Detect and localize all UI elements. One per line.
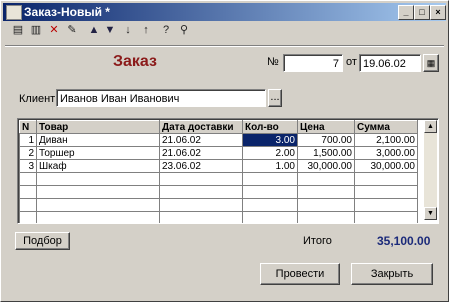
cell-n: 3	[19, 159, 37, 173]
cell-sum[interactable]: 3,000.00	[354, 146, 418, 160]
number-field[interactable]: 7	[283, 54, 343, 72]
table-row[interactable]: 2 Торшер 21.06.02 2.00 1,500.00 3,000.00	[19, 146, 418, 160]
col-product[interactable]: Товар	[36, 120, 160, 134]
maximize-button[interactable]: □	[414, 5, 430, 20]
sort-desc-icon[interactable]: ↑	[139, 23, 153, 37]
client-select-button[interactable]: ...	[268, 89, 282, 107]
col-n[interactable]: N	[19, 120, 37, 134]
scroll-up-icon[interactable]: ▲	[424, 120, 437, 133]
table-row[interactable]: 3 Шкаф 23.06.02 1.00 30,000.00 30,000.00	[19, 159, 418, 173]
empty-row[interactable]	[19, 185, 418, 199]
app-icon	[6, 5, 22, 20]
toolbar-separator	[5, 45, 444, 47]
cell-price[interactable]: 30,000.00	[297, 159, 355, 173]
col-qty[interactable]: Кол-во	[242, 120, 298, 134]
cell-sum[interactable]: 30,000.00	[354, 159, 418, 173]
scroll-down-icon[interactable]: ▼	[424, 207, 437, 220]
cell-delivery-date[interactable]: 21.06.02	[159, 133, 243, 147]
col-sum[interactable]: Сумма	[354, 120, 418, 134]
table-row[interactable]: 1 Диван 21.06.02 3.00 700.00 2,100.00	[19, 133, 418, 147]
move-down-icon[interactable]: ▼	[103, 23, 117, 37]
cell-qty[interactable]: 1.00	[242, 159, 298, 173]
edit-doc-icon[interactable]: ✎	[65, 23, 79, 37]
table-header-row: N Товар Дата доставки Кол-во Цена Сумма	[19, 120, 418, 134]
empty-row[interactable]	[19, 211, 418, 223]
page-title: Заказ	[113, 53, 157, 70]
date-field[interactable]: 19.06.02	[359, 54, 421, 72]
copy-doc-icon[interactable]: ▥	[29, 23, 43, 37]
cell-n: 2	[19, 146, 37, 160]
cell-price[interactable]: 1,500.00	[297, 146, 355, 160]
cell-product[interactable]: Шкаф	[36, 159, 160, 173]
order-window: Заказ-Новый * _ □ × ▤ ▥ ✕ ✎ ▲ ▼ ↓ ↑ ? ⚲ …	[0, 0, 449, 302]
new-doc-icon[interactable]: ▤	[11, 23, 25, 37]
client-field[interactable]: Иванов Иван Иванович	[56, 89, 266, 107]
filter-icon[interactable]: ⚲	[177, 23, 191, 37]
number-label: №	[267, 56, 279, 68]
client-label: Клиент:	[19, 93, 59, 105]
col-delivery-date[interactable]: Дата доставки	[159, 120, 243, 134]
pick-button[interactable]: Подбор	[15, 232, 70, 250]
cell-product[interactable]: Торшер	[36, 146, 160, 160]
help-icon[interactable]: ?	[159, 23, 173, 37]
close-button[interactable]: ×	[430, 5, 446, 20]
cell-product[interactable]: Диван	[36, 133, 160, 147]
cell-qty[interactable]: 2.00	[242, 146, 298, 160]
total-label: Итого	[303, 235, 332, 247]
table-scrollbar[interactable]: ▲ ▼	[424, 120, 437, 220]
move-up-icon[interactable]: ▲	[87, 23, 101, 37]
window-title: Заказ-Новый *	[24, 5, 110, 19]
cell-qty[interactable]: 3.00	[242, 133, 298, 147]
empty-row[interactable]	[19, 172, 418, 186]
close-form-button[interactable]: Закрыть	[351, 263, 433, 285]
cell-delivery-date[interactable]: 21.06.02	[159, 146, 243, 160]
cell-delivery-date[interactable]: 23.06.02	[159, 159, 243, 173]
cell-n: 1	[19, 133, 37, 147]
total-value: 35,100.00	[377, 234, 431, 248]
calendar-icon[interactable]: ▦	[423, 54, 439, 72]
post-button[interactable]: Провести	[260, 263, 340, 285]
empty-row[interactable]	[19, 198, 418, 212]
cell-price[interactable]: 700.00	[297, 133, 355, 147]
title-bar: Заказ-Новый * _ □ ×	[3, 3, 446, 21]
col-price[interactable]: Цена	[297, 120, 355, 134]
minimize-button[interactable]: _	[398, 5, 414, 20]
sort-asc-icon[interactable]: ↓	[121, 23, 135, 37]
cell-sum[interactable]: 2,100.00	[354, 133, 418, 147]
delete-doc-icon[interactable]: ✕	[47, 23, 61, 37]
items-table[interactable]: N Товар Дата доставки Кол-во Цена Сумма …	[17, 118, 439, 224]
date-label: от	[346, 56, 357, 68]
